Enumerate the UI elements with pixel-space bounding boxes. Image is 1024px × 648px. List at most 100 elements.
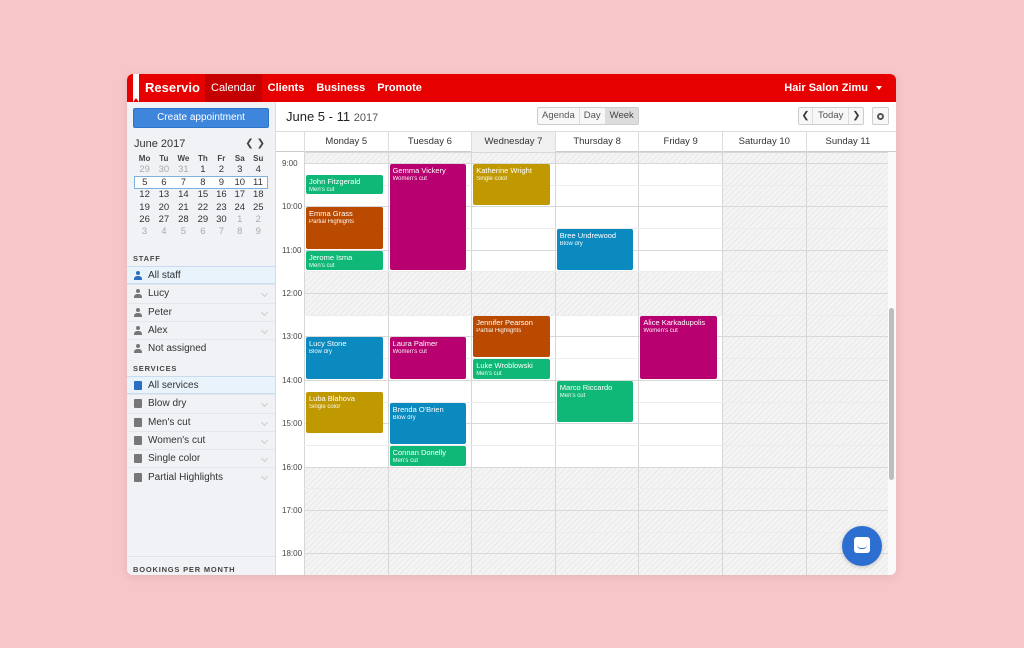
mini-calendar-day[interactable]: 13 — [155, 189, 173, 201]
mini-calendar-day[interactable]: 23 — [212, 201, 230, 213]
service-item[interactable]: Women's cut — [127, 430, 275, 449]
view-day-button[interactable]: Day — [579, 108, 606, 124]
view-week-button[interactable]: Week — [605, 108, 638, 124]
mini-calendar-day[interactable]: 8 — [231, 225, 249, 237]
mini-calendar-day[interactable]: 24 — [231, 201, 249, 213]
view-agenda-button[interactable]: Agenda — [538, 108, 580, 124]
appointment[interactable]: Luke Wroblowski Men's cut — [473, 359, 550, 379]
mini-calendar-day[interactable]: 29 — [194, 213, 212, 225]
mini-calendar-day[interactable]: 26 — [135, 213, 155, 225]
mini-calendar-day[interactable]: 9 — [249, 225, 268, 237]
appointment[interactable]: John Fitzgerald Men's cut — [306, 174, 383, 195]
create-appointment-button[interactable]: Create appointment — [133, 108, 269, 128]
appointment[interactable]: Gemma Vickery Women's cut — [389, 163, 467, 271]
day-header-7[interactable]: Sunday 11 — [805, 132, 890, 152]
today-button[interactable]: Today — [813, 108, 850, 124]
mini-calendar-day[interactable]: 14 — [173, 189, 194, 201]
chevron-down-icon[interactable] — [260, 436, 269, 444]
nav-promote[interactable]: Promote — [371, 74, 428, 102]
support-chat-button[interactable] — [842, 526, 882, 566]
service-item[interactable]: Blow dry — [127, 394, 275, 412]
mini-calendar-day[interactable]: 16 — [212, 189, 230, 201]
mini-calendar-day[interactable]: 6 — [194, 225, 212, 237]
prev-week-button[interactable]: ❮ — [799, 108, 813, 124]
day-header-4[interactable]: Thursday 8 — [554, 132, 639, 152]
chevron-down-icon[interactable] — [260, 473, 269, 481]
mini-calendar-day[interactable]: 17 — [231, 189, 249, 201]
mini-calendar-day[interactable]: 22 — [194, 201, 212, 213]
mini-calendar-day[interactable]: 7 — [212, 225, 230, 237]
mini-calendar-day[interactable]: 3 — [231, 164, 249, 176]
mini-calendar-day[interactable]: 31 — [173, 164, 194, 176]
service-item[interactable]: Single color — [127, 449, 275, 467]
mini-calendar-day[interactable]: 30 — [155, 164, 173, 176]
mini-calendar-day[interactable]: 11 — [248, 175, 268, 190]
mini-calendar-day[interactable]: 27 — [155, 213, 173, 225]
vertical-scrollbar[interactable] — [888, 152, 896, 575]
mini-calendar-day[interactable]: 15 — [194, 189, 212, 201]
mini-calendar-prev-icon[interactable]: ❮ — [245, 138, 256, 149]
chevron-down-icon[interactable] — [260, 326, 269, 334]
mini-calendar-day[interactable]: 4 — [249, 164, 268, 176]
mini-calendar-day[interactable]: 18 — [249, 189, 268, 201]
scrollbar-thumb[interactable] — [889, 308, 894, 480]
appointment[interactable]: Luba Blahova Single color — [306, 391, 383, 434]
mini-calendar-day[interactable]: 3 — [135, 225, 155, 237]
appointment[interactable]: Emma Grass Partial Highlights — [306, 207, 383, 249]
mini-calendar-day[interactable]: 2 — [212, 164, 230, 176]
appointment[interactable]: Laura Palmer Women's cut — [389, 337, 467, 379]
appointment[interactable]: Jennifer Pearson Partial Highlights — [473, 315, 550, 358]
mini-calendar-day[interactable]: 19 — [135, 201, 155, 213]
mini-calendar-day[interactable]: 9 — [212, 175, 231, 190]
account-menu[interactable]: Hair Salon Zimu — [784, 74, 882, 102]
chevron-down-icon[interactable] — [260, 290, 269, 298]
mini-calendar-day[interactable]: 25 — [249, 201, 268, 213]
mini-calendar-day[interactable]: 28 — [173, 213, 194, 225]
mini-calendar-day[interactable]: 7 — [173, 175, 194, 190]
mini-calendar-day[interactable]: 1 — [231, 213, 249, 225]
day-header-5[interactable]: Friday 9 — [638, 132, 722, 152]
day-column[interactable] — [554, 152, 639, 575]
appointment[interactable]: Jerome Isma Men's cut — [306, 250, 383, 271]
mini-calendar-day[interactable]: 2 — [249, 213, 268, 225]
chevron-down-icon[interactable] — [260, 418, 269, 426]
nav-calendar[interactable]: Calendar — [205, 74, 262, 102]
mini-calendar-day[interactable]: 5 — [173, 225, 194, 237]
appointment[interactable]: Marco Riccardo Men's cut — [556, 380, 634, 423]
staff-item[interactable]: Not assigned — [127, 339, 275, 357]
appointment[interactable]: Bree Undrewood Blow dry — [556, 228, 634, 271]
mini-calendar-next-icon[interactable]: ❯ — [257, 138, 268, 149]
mini-calendar-day[interactable]: 21 — [173, 201, 194, 213]
chevron-down-icon[interactable] — [260, 455, 269, 463]
service-item[interactable]: All services — [127, 376, 275, 395]
nav-clients[interactable]: Clients — [262, 74, 311, 102]
mini-calendar-day[interactable]: 20 — [155, 201, 173, 213]
mini-calendar-day[interactable]: 6 — [154, 175, 174, 190]
chevron-down-icon[interactable] — [260, 308, 269, 316]
day-header-2[interactable]: Tuesday 6 — [387, 132, 472, 152]
staff-item[interactable]: Peter — [127, 302, 275, 321]
appointment[interactable]: Brenda O'Brien Blow dry — [389, 402, 467, 444]
service-item[interactable]: Partial Highlights — [127, 467, 275, 485]
settings-button[interactable] — [872, 107, 889, 125]
staff-item[interactable]: Lucy — [127, 284, 275, 302]
day-column[interactable] — [805, 152, 890, 575]
day-header-3[interactable]: Wednesday 7 — [471, 132, 555, 152]
next-week-button[interactable]: ❯ — [849, 108, 864, 124]
appointment[interactable]: Connan Donelly Men's cut — [389, 445, 467, 466]
service-item[interactable]: Men's cut — [127, 412, 275, 431]
appointment[interactable]: Lucy Stone Blow dry — [306, 337, 383, 379]
staff-item[interactable]: Alex — [127, 320, 275, 339]
mini-calendar-day[interactable]: 30 — [212, 213, 230, 225]
nav-business[interactable]: Business — [310, 74, 371, 102]
mini-calendar-day[interactable]: 5 — [133, 175, 155, 190]
day-column[interactable] — [722, 152, 806, 575]
chevron-down-icon[interactable] — [260, 400, 269, 408]
day-header-6[interactable]: Saturday 10 — [722, 132, 806, 152]
day-header-1[interactable]: Monday 5 — [304, 132, 388, 152]
mini-calendar-day[interactable]: 8 — [193, 175, 213, 190]
mini-calendar-day[interactable]: 10 — [230, 175, 249, 190]
mini-calendar-day[interactable]: 4 — [155, 225, 173, 237]
mini-calendar-day[interactable]: 12 — [135, 189, 155, 201]
mini-calendar-day[interactable]: 1 — [194, 164, 212, 176]
